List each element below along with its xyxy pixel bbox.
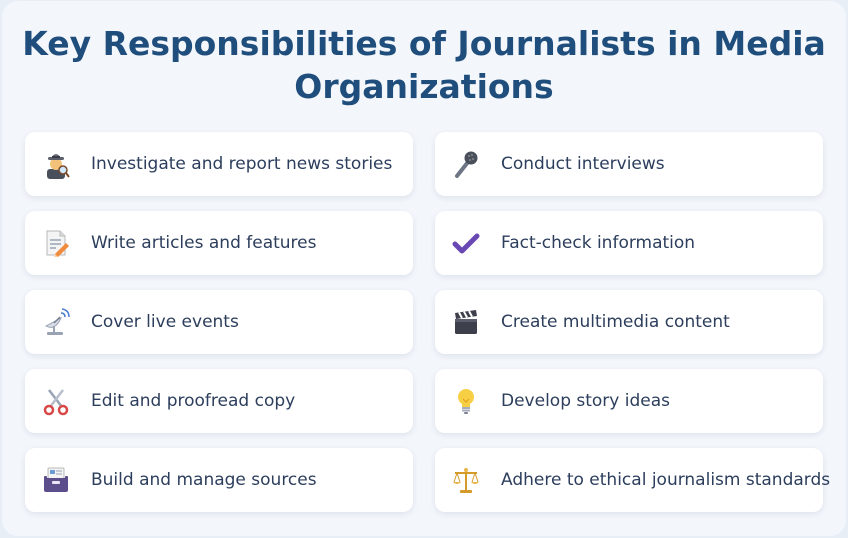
clapper-board-icon bbox=[451, 307, 481, 337]
responsibility-label: Conduct interviews bbox=[501, 154, 665, 174]
satellite-antenna-icon bbox=[41, 307, 71, 337]
page-title: Key Responsibilities of Journalists in M… bbox=[22, 24, 826, 106]
responsibility-label: Fact-check information bbox=[501, 233, 696, 253]
responsibility-label: Cover live events bbox=[91, 312, 239, 332]
microphone-icon bbox=[451, 149, 481, 179]
responsibility-card: Cover live events bbox=[25, 290, 413, 354]
responsibility-label: Develop story ideas bbox=[501, 391, 671, 411]
responsibility-label: Adhere to ethical journalism standards bbox=[501, 470, 831, 490]
responsibility-card: Create multimedia content bbox=[435, 290, 823, 354]
responsibility-card: Write articles and features bbox=[25, 211, 413, 275]
check-mark-icon bbox=[451, 228, 481, 258]
responsibility-card: Adhere to ethical journalism standards bbox=[435, 448, 830, 512]
responsibility-label: Edit and proofread copy bbox=[91, 391, 296, 411]
detective-icon bbox=[41, 149, 71, 179]
responsibility-card: Fact-check information bbox=[435, 211, 823, 275]
responsibility-card: Edit and proofread copy bbox=[25, 369, 413, 433]
responsibility-label: Investigate and report news stories bbox=[91, 154, 393, 174]
light-bulb-icon bbox=[451, 386, 481, 416]
responsibility-label: Create multimedia content bbox=[501, 312, 730, 332]
balance-scale-icon bbox=[451, 465, 481, 495]
card-index-icon bbox=[41, 465, 71, 495]
scissors-icon bbox=[41, 386, 71, 416]
responsibility-card: Conduct interviews bbox=[435, 132, 823, 196]
responsibility-card: Develop story ideas bbox=[435, 369, 823, 433]
responsibility-card: Build and manage sources bbox=[25, 448, 413, 512]
responsibility-label: Write articles and features bbox=[91, 233, 317, 253]
memo-icon bbox=[41, 228, 71, 258]
responsibility-card: Investigate and report news stories bbox=[25, 132, 413, 196]
responsibility-label: Build and manage sources bbox=[91, 470, 317, 490]
